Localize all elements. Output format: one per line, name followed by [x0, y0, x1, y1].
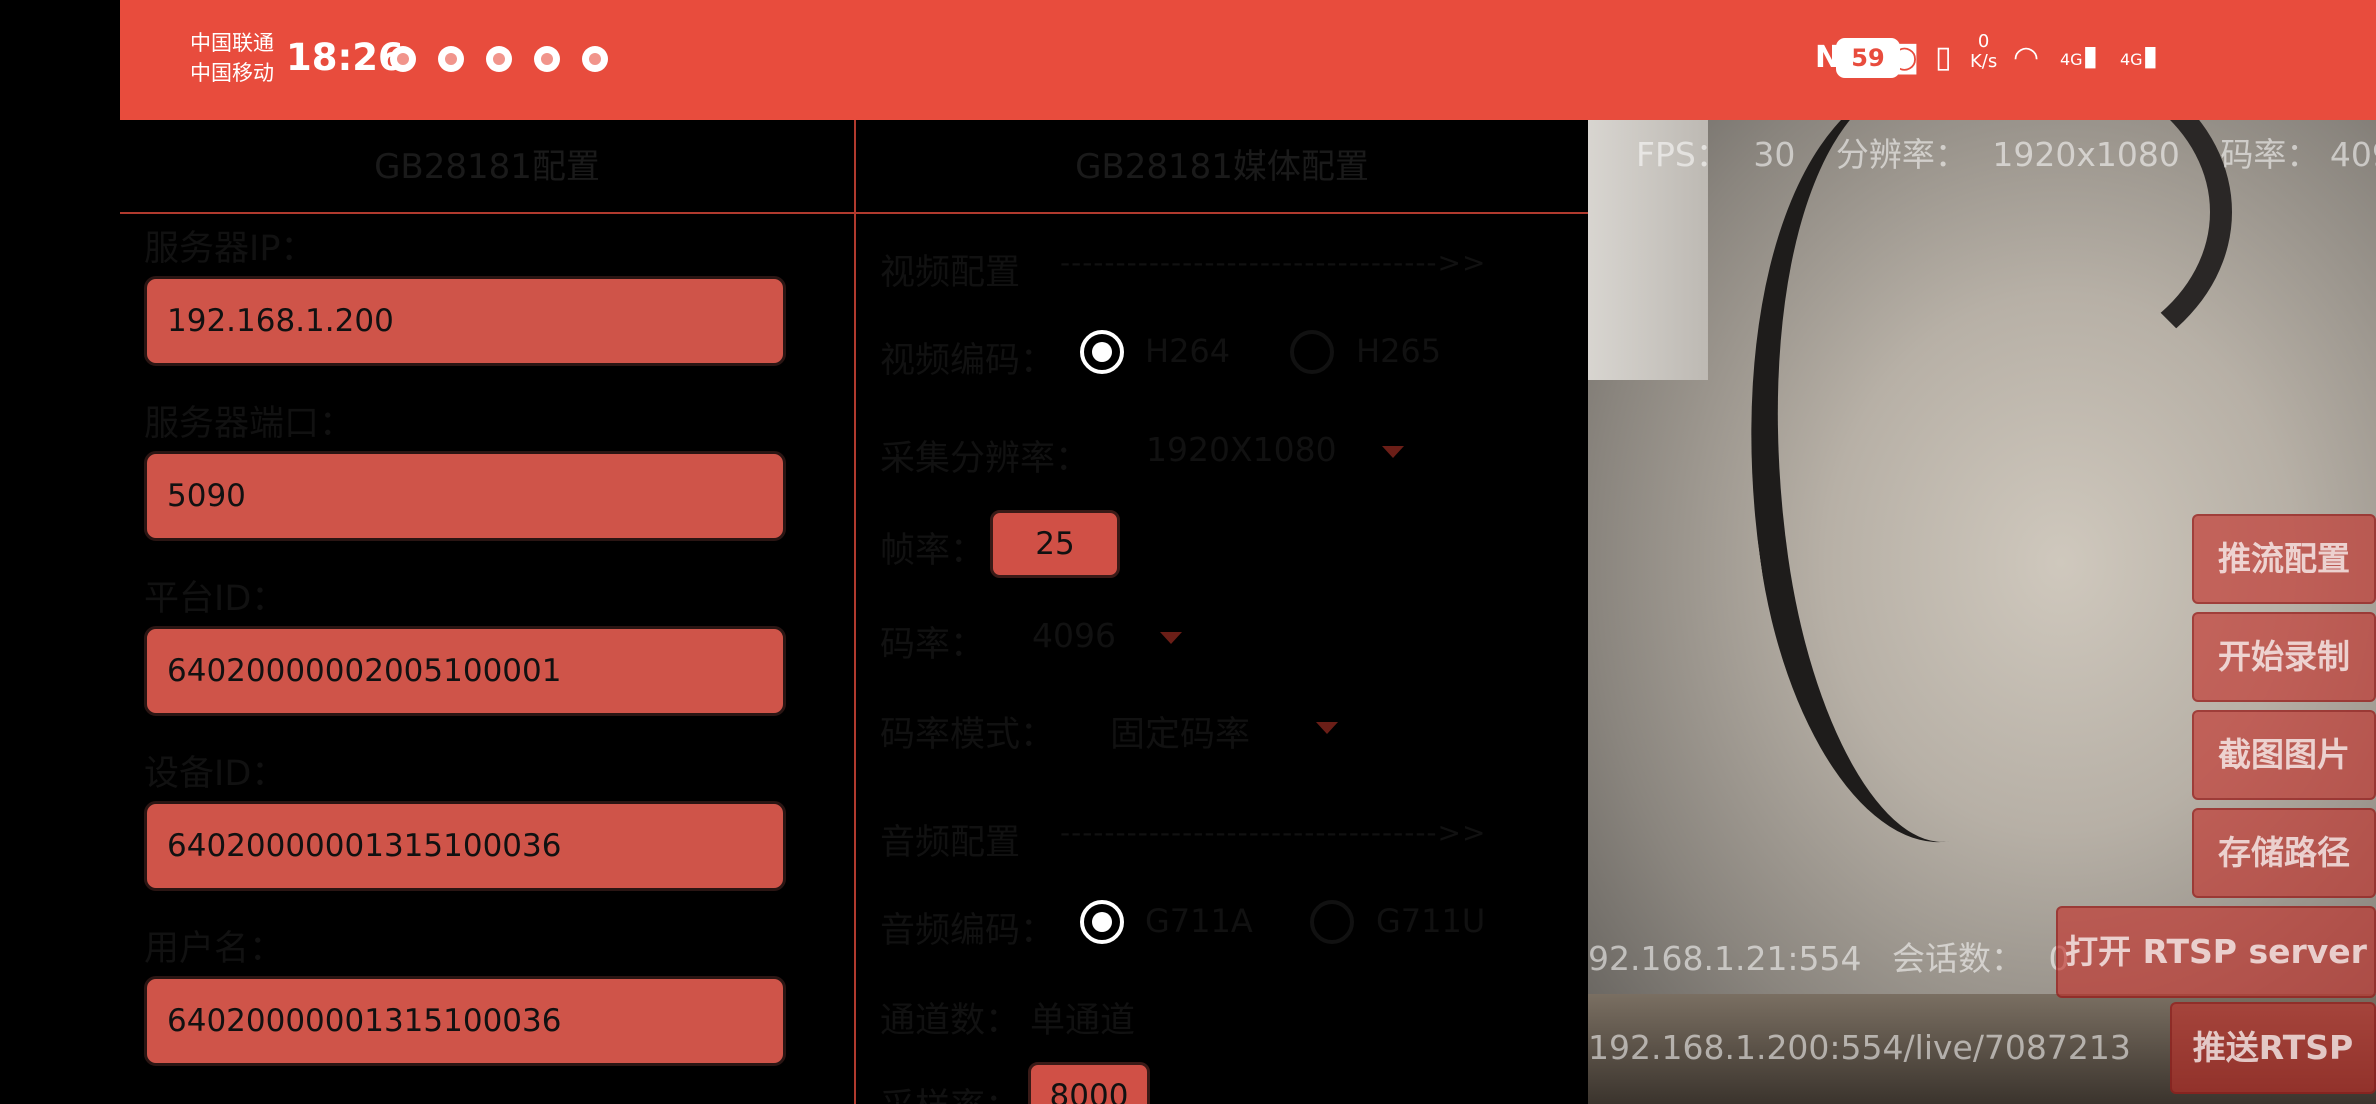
device-id-label: 设备ID：: [144, 754, 287, 794]
username-input[interactable]: [147, 979, 783, 1063]
platform-id-field[interactable]: [144, 626, 786, 716]
platform-id-input[interactable]: [147, 629, 783, 713]
notification-icon: [390, 46, 416, 72]
channels-label: 通道数：: [880, 1001, 1021, 1041]
net-speed-indicator: 0 K/s: [1970, 32, 1997, 72]
server-ip-field[interactable]: [144, 276, 786, 366]
notification-icon: [486, 46, 512, 72]
signal-icon: 4G▮: [2120, 39, 2158, 72]
session-label: 会话数：: [1892, 939, 2025, 978]
audio-codec-label: 音频编码：: [880, 911, 1056, 951]
resolution-select[interactable]: 1920X1080: [1146, 430, 1337, 469]
framerate-input[interactable]: 25: [990, 510, 1120, 578]
status-bar: 中国联通 中国移动 18:26 N ᛒ ◙ ▯ 0 K/s ◠ 4G▮ 4G▮ …: [120, 0, 2376, 120]
resolution-label: 采集分辨率：: [880, 439, 1091, 479]
server-port-field[interactable]: [144, 451, 786, 541]
signal-label: 4G: [2060, 50, 2083, 69]
open-rtsp-server-button[interactable]: 打开 RTSP server: [2056, 906, 2376, 998]
g711a-label[interactable]: G711A: [1145, 902, 1253, 940]
radio-g711a[interactable]: [1080, 900, 1124, 944]
carrier-1: 中国联通: [190, 31, 274, 55]
carrier-2: 中国移动: [190, 61, 274, 85]
wifi-icon: ◠: [2013, 40, 2040, 75]
bitrate-mode-select[interactable]: 固定码率: [1110, 706, 1250, 757]
fps-value: 30: [1753, 135, 1796, 174]
notification-icon: [582, 46, 608, 72]
audio-section-arrow: ---------------------------------->>: [1060, 816, 1487, 849]
resolution-dropdown-icon[interactable]: [1382, 446, 1404, 458]
server-port-label: 服务器端口：: [144, 404, 355, 444]
audio-section-label: 音频配置: [880, 823, 1021, 863]
storage-path-button[interactable]: 存储路径: [2192, 808, 2376, 898]
vibrate-icon: ▯: [1935, 40, 1952, 75]
rtsp-server-info: 92.168.1.21:554 会话数： 0: [1588, 932, 2070, 980]
video-codec-label: 视频编码：: [880, 341, 1056, 381]
net-speed-unit: K/s: [1970, 51, 1998, 72]
server-ip-label: 服务器IP：: [144, 229, 316, 269]
column-divider: [854, 120, 856, 1104]
stream-url: 192.168.1.200:554/live/7087213: [1588, 1028, 2131, 1067]
bitrate-value: 4096: [2329, 135, 2376, 174]
server-port-input[interactable]: [147, 454, 783, 538]
carrier-info: 中国联通 中国移动: [190, 28, 274, 88]
rtsp-address: 92.168.1.21:554: [1588, 939, 1862, 978]
gb28181-config-title: GB28181配置: [120, 120, 854, 214]
framerate-label: 帧率：: [880, 531, 986, 571]
bitrate-mode-dropdown-icon[interactable]: [1316, 722, 1338, 734]
signal-label: 4G: [2120, 50, 2143, 69]
platform-id-label: 平台ID：: [144, 579, 287, 619]
resolution-value: 1920x1080: [1992, 135, 2180, 174]
push-rtsp-button[interactable]: 推送RTSP: [2170, 1002, 2376, 1094]
bitrate-label: 码率：: [880, 625, 986, 665]
sample-rate-label: 采样率：: [880, 1078, 1020, 1104]
server-ip-input[interactable]: [147, 279, 783, 363]
net-speed-value: 0: [1977, 31, 1990, 52]
status-time: 18:26: [286, 36, 404, 79]
battery-indicator: 59: [1836, 38, 1906, 78]
bitrate-mode-label: 码率模式：: [880, 715, 1056, 755]
fps-label: FPS：: [1636, 135, 1729, 174]
device-id-field[interactable]: [144, 801, 786, 891]
notification-icon: [534, 46, 560, 72]
radio-g711u[interactable]: [1310, 900, 1354, 944]
screenshot-button[interactable]: 截图图片: [2192, 710, 2376, 800]
camera-preview[interactable]: FPS： 30 分辨率： 1920x1080 码率： 4096 推流配置 开始录…: [1588, 120, 2376, 1104]
username-label: 用户名：: [144, 929, 285, 969]
start-record-button[interactable]: 开始录制: [2192, 612, 2376, 702]
config-panel: GB28181配置 GB28181媒体配置 服务器IP： 服务器端口： 平台ID…: [120, 120, 1588, 1104]
sample-rate-input[interactable]: 8000: [1028, 1062, 1150, 1104]
username-field[interactable]: [144, 976, 786, 1066]
signal-icon: 4G▮: [2060, 39, 2098, 72]
h264-label[interactable]: H264: [1145, 332, 1230, 370]
channels-value: 单通道: [1030, 1001, 1136, 1041]
resolution-label: 分辨率：: [1835, 135, 1968, 174]
radio-h265[interactable]: [1290, 330, 1334, 374]
bitrate-select[interactable]: 4096: [1032, 616, 1116, 655]
g711u-label[interactable]: G711U: [1376, 902, 1485, 940]
media-config-title: GB28181媒体配置: [856, 120, 1588, 214]
notification-icon: [438, 46, 464, 72]
video-section-arrow: ---------------------------------->>: [1060, 246, 1487, 279]
h265-label[interactable]: H265: [1356, 332, 1441, 370]
bitrate-label: 码率：: [2220, 135, 2320, 174]
bitrate-dropdown-icon[interactable]: [1160, 632, 1182, 644]
stream-stats: FPS： 30 分辨率： 1920x1080 码率： 4096: [1636, 128, 2376, 176]
radio-h264[interactable]: [1080, 330, 1124, 374]
device-id-input[interactable]: [147, 804, 783, 888]
video-section-label: 视频配置: [880, 253, 1021, 293]
push-config-button[interactable]: 推流配置: [2192, 514, 2376, 604]
